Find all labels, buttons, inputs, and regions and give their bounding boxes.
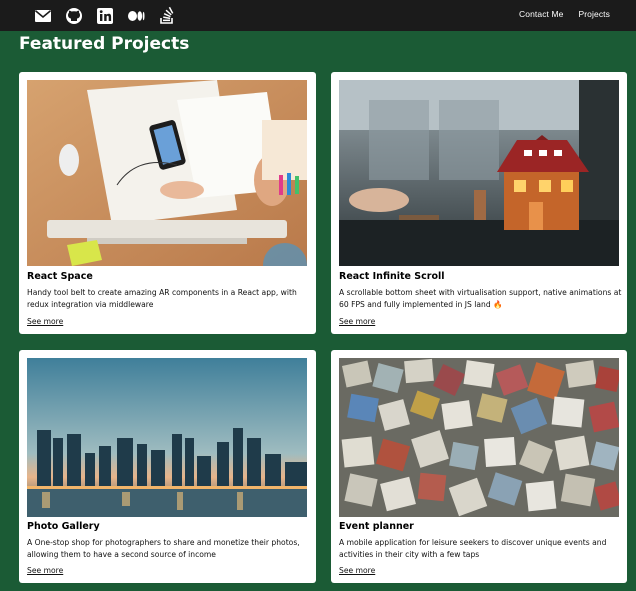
see-more-link[interactable]: See more [339, 566, 375, 575]
see-more-link[interactable]: See more [27, 566, 63, 575]
project-description: A mobile application for leisure seekers… [339, 538, 607, 559]
project-description: Handy tool belt to create amazing AR com… [27, 288, 297, 309]
nav-links: Contact Me Projects [519, 9, 610, 19]
project-card-photo-gallery[interactable]: Photo Gallery A One-stop shop for photog… [19, 350, 316, 583]
project-title: Event planner [339, 521, 414, 532]
project-image [27, 80, 307, 266]
github-icon[interactable] [64, 6, 84, 26]
project-description: A One-stop shop for photographers to sha… [27, 538, 300, 559]
project-image [339, 358, 619, 517]
project-title: React Infinite Scroll [339, 271, 445, 282]
social-icons [33, 6, 188, 26]
project-title: React Space [27, 271, 93, 282]
medium-icon[interactable] [126, 6, 146, 26]
see-more-link[interactable]: See more [27, 317, 63, 326]
project-description: A scrollable bottom sheet with virtualis… [339, 288, 622, 309]
project-image [27, 358, 307, 517]
page-title: Featured Projects [19, 34, 190, 54]
linkedin-icon[interactable] [95, 6, 115, 26]
nav-link-contact[interactable]: Contact Me [519, 9, 563, 19]
project-title: Photo Gallery [27, 521, 100, 532]
top-navbar: Contact Me Projects [0, 0, 636, 31]
mail-icon[interactable] [33, 6, 53, 26]
project-card-react-space[interactable]: React Space Handy tool belt to create am… [19, 72, 316, 334]
project-card-react-infinite-scroll[interactable]: React Infinite Scroll A scrollable botto… [331, 72, 627, 334]
stackoverflow-icon[interactable] [157, 6, 177, 26]
nav-link-projects[interactable]: Projects [578, 9, 610, 19]
see-more-link[interactable]: See more [339, 317, 375, 326]
project-card-event-planner[interactable]: Event planner A mobile application for l… [331, 350, 627, 583]
project-image [339, 80, 619, 266]
